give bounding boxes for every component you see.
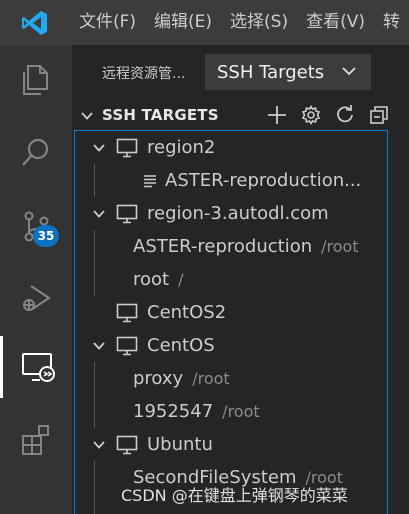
ssh-targets-section-header[interactable]: SSH TARGETS [72, 101, 409, 129]
tree-description: /root [222, 402, 260, 421]
tree-label: region-3.autodl.com [147, 203, 329, 224]
tree-label: CentOS [147, 335, 215, 356]
file-lines-icon [141, 169, 159, 193]
vscode-logo-icon [0, 0, 70, 45]
search-icon[interactable] [0, 121, 72, 183]
tree-label: 1952547 [133, 401, 214, 422]
monitor-icon [115, 433, 139, 457]
chevron-down-icon[interactable] [89, 435, 109, 455]
monitor-icon [115, 136, 139, 160]
csdn-watermark: CSDN @在键盘上弹钢琴的菜菜 [121, 486, 348, 505]
run-debug-icon[interactable] [0, 267, 72, 329]
tree-description: / [178, 270, 184, 289]
menu-edit[interactable]: 编辑(E) [145, 0, 221, 45]
tree-label: ASTER-reproduction... [165, 170, 362, 191]
monitor-icon [115, 301, 139, 325]
tree-host-region2[interactable]: region2 [89, 131, 215, 164]
tree-host-region-3[interactable]: region-3.autodl.com [89, 197, 329, 230]
tree-description: /root [321, 237, 359, 256]
indent-guide [94, 362, 95, 428]
menu-file[interactable]: 文件(F) [70, 0, 145, 45]
indent-guide [94, 164, 95, 197]
remote-type-dropdown[interactable]: SSH Targets [205, 54, 371, 90]
monitor-icon [115, 202, 139, 226]
chevron-down-icon[interactable] [89, 336, 109, 356]
add-icon[interactable] [265, 103, 289, 127]
tree-folder-item[interactable]: 1952547 /root [133, 395, 260, 428]
tree-label: CentOS2 [147, 302, 227, 323]
tree-label: region2 [147, 137, 216, 158]
tree-label: proxy [133, 368, 184, 389]
menu-bar: 文件(F) 编辑(E) 选择(S) 查看(V) 转 [70, 0, 409, 45]
chevron-down-icon[interactable] [89, 204, 109, 224]
section-title: SSH TARGETS [102, 106, 219, 124]
tree-file-item[interactable]: ASTER-reproduction... [141, 164, 361, 197]
chevron-down-icon[interactable] [89, 138, 109, 158]
activity-bar: 35 [0, 45, 72, 514]
dropdown-value: SSH Targets [217, 61, 325, 83]
remote-explorer-icon[interactable] [0, 336, 72, 398]
gear-icon[interactable] [299, 103, 323, 127]
explorer-icon[interactable] [0, 49, 72, 111]
menu-view[interactable]: 查看(V) [297, 0, 374, 45]
menu-go[interactable]: 转 [374, 0, 409, 45]
tree-host-ubuntu[interactable]: Ubuntu [89, 428, 213, 461]
chevron-down-icon [80, 108, 94, 127]
extensions-icon[interactable] [0, 409, 72, 471]
refresh-icon[interactable] [333, 103, 357, 127]
tree-label: ASTER-reproduction [133, 236, 313, 257]
menu-selection[interactable]: 选择(S) [221, 0, 297, 45]
source-control-icon[interactable] [0, 195, 72, 257]
chevron-down-icon [341, 63, 357, 84]
section-actions [265, 103, 391, 127]
source-control-badge: 35 [33, 225, 59, 247]
tree-folder-item[interactable]: ASTER-reproduction /root [133, 230, 359, 263]
monitor-icon [115, 334, 139, 358]
sidebar-title: 远程资源管... [102, 66, 186, 82]
tree-label: Ubuntu [147, 434, 213, 455]
tree-folder-item[interactable]: proxy /root [133, 362, 230, 395]
tree-host-centos[interactable]: CentOS [89, 329, 215, 362]
indent-guide [94, 461, 95, 514]
ssh-targets-tree: region2 ASTER-reproduction... region-3.a… [74, 130, 388, 514]
title-bar: 文件(F) 编辑(E) 选择(S) 查看(V) 转 [0, 0, 409, 45]
tree-host-centos2[interactable]: CentOS2 [115, 296, 226, 329]
tree-description: /root [192, 369, 230, 388]
indent-guide [94, 230, 95, 296]
remote-explorer-sidebar: 远程资源管... SSH Targets SSH TARGETS region2… [72, 45, 409, 514]
collapse-all-icon[interactable] [367, 103, 391, 127]
tree-label: root [133, 269, 170, 290]
tree-folder-item[interactable]: root / [133, 263, 183, 296]
